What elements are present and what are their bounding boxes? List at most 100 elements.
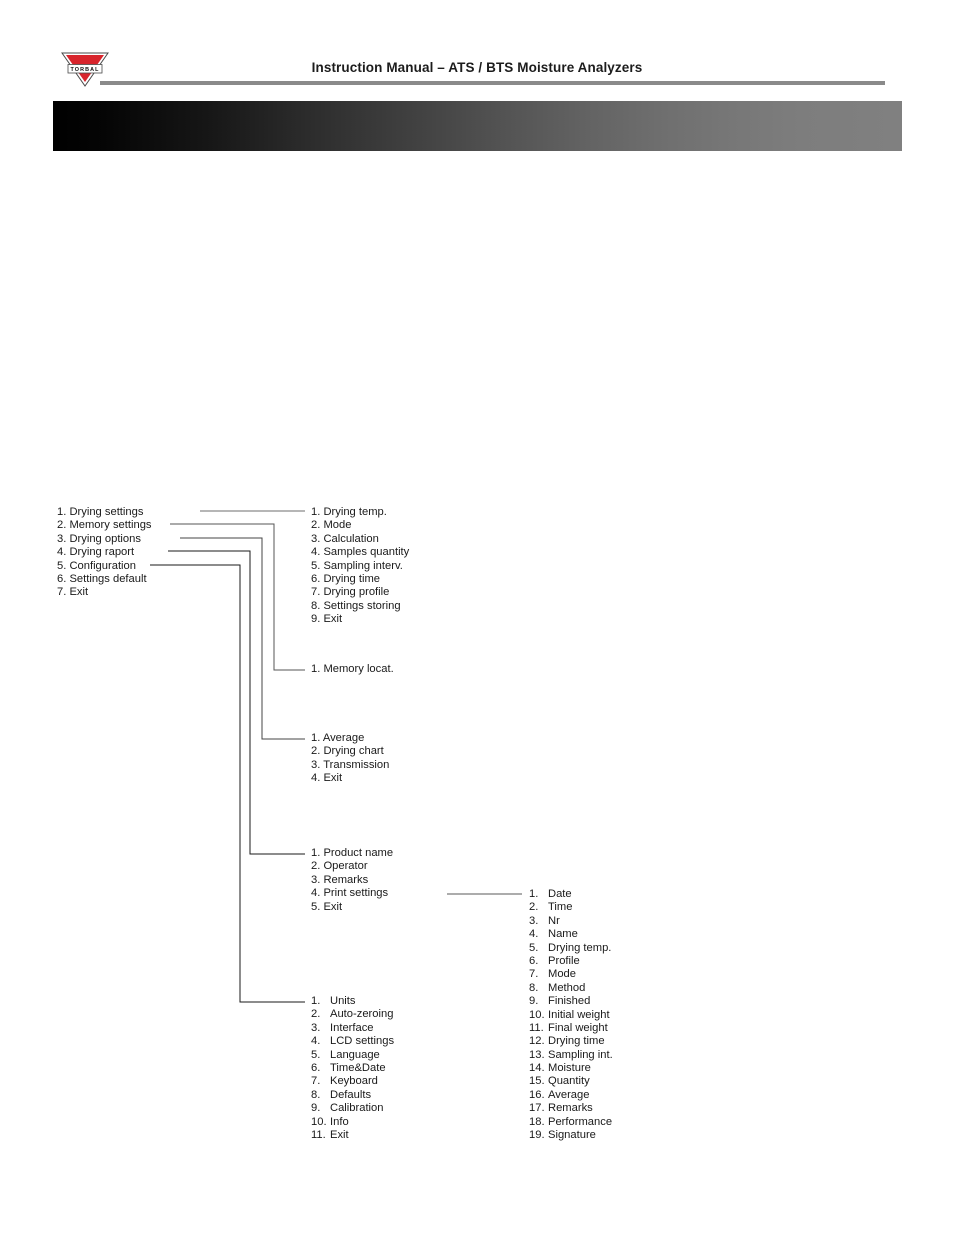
menu-item[interactable]: 5. Exit (311, 901, 393, 914)
menu-item-label: Units (330, 995, 356, 1007)
menu-item-number: 11. (311, 1128, 326, 1141)
menu-item-label: Drying time (548, 1035, 605, 1048)
menu-item-label: Average (548, 1088, 590, 1101)
menu-item[interactable]: 9. Exit (311, 613, 409, 626)
menu-item[interactable]: 3. Transmission (311, 759, 389, 772)
menu-item[interactable]: 4. Exit (311, 772, 389, 785)
menu-item-label: Initial weight (548, 1008, 610, 1021)
menu-item[interactable]: 1. Average (311, 732, 389, 745)
menu-item[interactable]: 2. Operator (311, 860, 393, 873)
menu-item-number: 14. (529, 1062, 545, 1075)
menu-item[interactable]: 1. Product name (311, 847, 393, 860)
menu-item-label: LCD settings (330, 1035, 395, 1048)
menu-item-number: 2. (311, 1008, 321, 1021)
menu-item[interactable]: 12. Drying time (529, 1035, 613, 1048)
configuration-list: 1. Units 2. Auto-zeroing 3. Interface 4. LCD se… (311, 995, 394, 1142)
menu-item[interactable]: 2. Time (529, 901, 613, 914)
menu-item-label: Profile (548, 954, 580, 967)
menu-item[interactable]: 2. Mode (311, 519, 409, 532)
menu-item[interactable]: 11. Final weight (529, 1022, 613, 1035)
menu-item-number: 6. (529, 954, 539, 967)
menu-item[interactable]: 19. Signature (529, 1129, 613, 1142)
menu-item-number: 3. (311, 1021, 321, 1034)
menu-item[interactable]: 4. Samples quantity (311, 546, 409, 559)
menu-item-label: Defaults (330, 1088, 372, 1101)
menu-item[interactable]: 13. Sampling int. (529, 1049, 613, 1062)
menu-item-number: 10. (529, 1008, 545, 1021)
menu-item[interactable]: 8. Method (529, 982, 613, 995)
menu-item[interactable]: 6. Settings default (57, 573, 152, 586)
menu-item-number: 5. (529, 941, 539, 954)
menu-item[interactable]: 3. Remarks (311, 874, 393, 887)
print-settings-list: 1. Date 2. Time 3. Nr 4. Name 5. Drying temp. 6. Pr… (529, 888, 613, 1142)
menu-item[interactable]: 4. LCD settings (311, 1035, 394, 1048)
menu-item-label: Drying temp. (548, 941, 612, 954)
menu-item[interactable]: 5. Drying temp. (529, 942, 613, 955)
menu-item[interactable]: 1. Drying settings (57, 506, 152, 519)
menu-item[interactable]: 5. Sampling interv. (311, 560, 409, 573)
menu-item-label: Language (330, 1048, 380, 1061)
menu-item-number: 11. (529, 1021, 544, 1034)
menu-item[interactable]: 1. Drying temp. (311, 506, 409, 519)
menu-item[interactable]: 7. Keyboard (311, 1075, 394, 1088)
menu-item[interactable]: 2. Auto-zeroing (311, 1008, 394, 1021)
menu-item[interactable]: 15. Quantity (529, 1075, 613, 1088)
drying-report-list: 1. Product name 2. Operator 3. Remarks 4. P… (311, 847, 393, 914)
menu-item-label: Moisture (548, 1062, 591, 1075)
menu-item-number: 16. (529, 1088, 545, 1101)
menu-item[interactable]: 9. Finished (529, 995, 613, 1008)
connector-memory-settings (170, 523, 305, 671)
menu-item[interactable]: 1. Units (311, 995, 394, 1008)
drying-options-list: 1. Average 2. Drying chart 3. Transmission… (311, 732, 389, 786)
menu-item[interactable]: 4. Drying raport (57, 546, 152, 559)
menu-item-label: Final weight (548, 1021, 608, 1034)
menu-item-number: 1. (311, 995, 321, 1007)
menu-item[interactable]: 1. Memory locat. (311, 663, 394, 676)
menu-item[interactable]: 8. Settings storing (311, 600, 409, 613)
menu-item[interactable]: 9. Calibration (311, 1102, 394, 1115)
menu-item-number: 7. (311, 1075, 321, 1088)
menu-item[interactable]: 11. Exit (311, 1129, 394, 1142)
menu-item-label: Finished (548, 995, 591, 1008)
menu-item-number: 2. (529, 901, 539, 914)
menu-item-label: Signature (548, 1129, 596, 1142)
menu-item-number: 3. (529, 914, 539, 927)
menu-item[interactable]: 7. Exit (57, 586, 152, 599)
menu-item-label: Auto-zeroing (330, 1008, 394, 1021)
connector-drying-options (180, 537, 305, 740)
menu-item-label: Exit (330, 1128, 349, 1141)
menu-item[interactable]: 14. Moisture (529, 1062, 613, 1075)
menu-item[interactable]: 18. Performance (529, 1116, 613, 1129)
menu-item[interactable]: 8. Defaults (311, 1089, 394, 1102)
menu-item[interactable]: 10. Initial weight (529, 1009, 613, 1022)
main-menu-list: 1. Drying settings 2. Memory settings 3.… (57, 506, 152, 600)
menu-item[interactable]: 10. Info (311, 1116, 394, 1129)
menu-item[interactable]: 7. Mode (529, 968, 613, 981)
menu-item[interactable]: 6. Time&Date (311, 1062, 394, 1075)
menu-item-number: 8. (311, 1088, 321, 1101)
menu-item[interactable]: 3. Calculation (311, 533, 409, 546)
menu-item[interactable]: 3. Nr (529, 915, 613, 928)
menu-item[interactable]: 7. Drying profile (311, 586, 409, 599)
menu-item-number: 4. (529, 928, 539, 941)
menu-item[interactable]: 3. Drying options (57, 533, 152, 546)
menu-item[interactable]: 6. Profile (529, 955, 613, 968)
connector-drying-report (168, 550, 305, 855)
menu-item[interactable]: 17. Remarks (529, 1102, 613, 1115)
menu-item-number: 17. (529, 1102, 545, 1115)
menu-item[interactable]: 3. Interface (311, 1022, 394, 1035)
menu-item[interactable]: 5. Configuration (57, 560, 152, 573)
drying-settings-list: 1. Drying temp. 2. Mode 3. Calculation 4. S… (311, 506, 409, 627)
menu-item[interactable]: 1. Date (529, 888, 613, 901)
menu-item-label: Interface (330, 1021, 374, 1034)
menu-item[interactable]: 4. Print settings (311, 887, 393, 900)
menu-item-number: 15. (529, 1075, 545, 1088)
menu-item[interactable]: 5. Language (311, 1049, 394, 1062)
menu-item-label: Calibration (330, 1102, 384, 1115)
menu-item-label: Keyboard (330, 1075, 378, 1088)
menu-item[interactable]: 2. Drying chart (311, 745, 389, 758)
menu-item[interactable]: 6. Drying time (311, 573, 409, 586)
menu-item[interactable]: 2. Memory settings (57, 519, 152, 532)
menu-item[interactable]: 4. Name (529, 928, 613, 941)
menu-item[interactable]: 16. Average (529, 1089, 613, 1102)
